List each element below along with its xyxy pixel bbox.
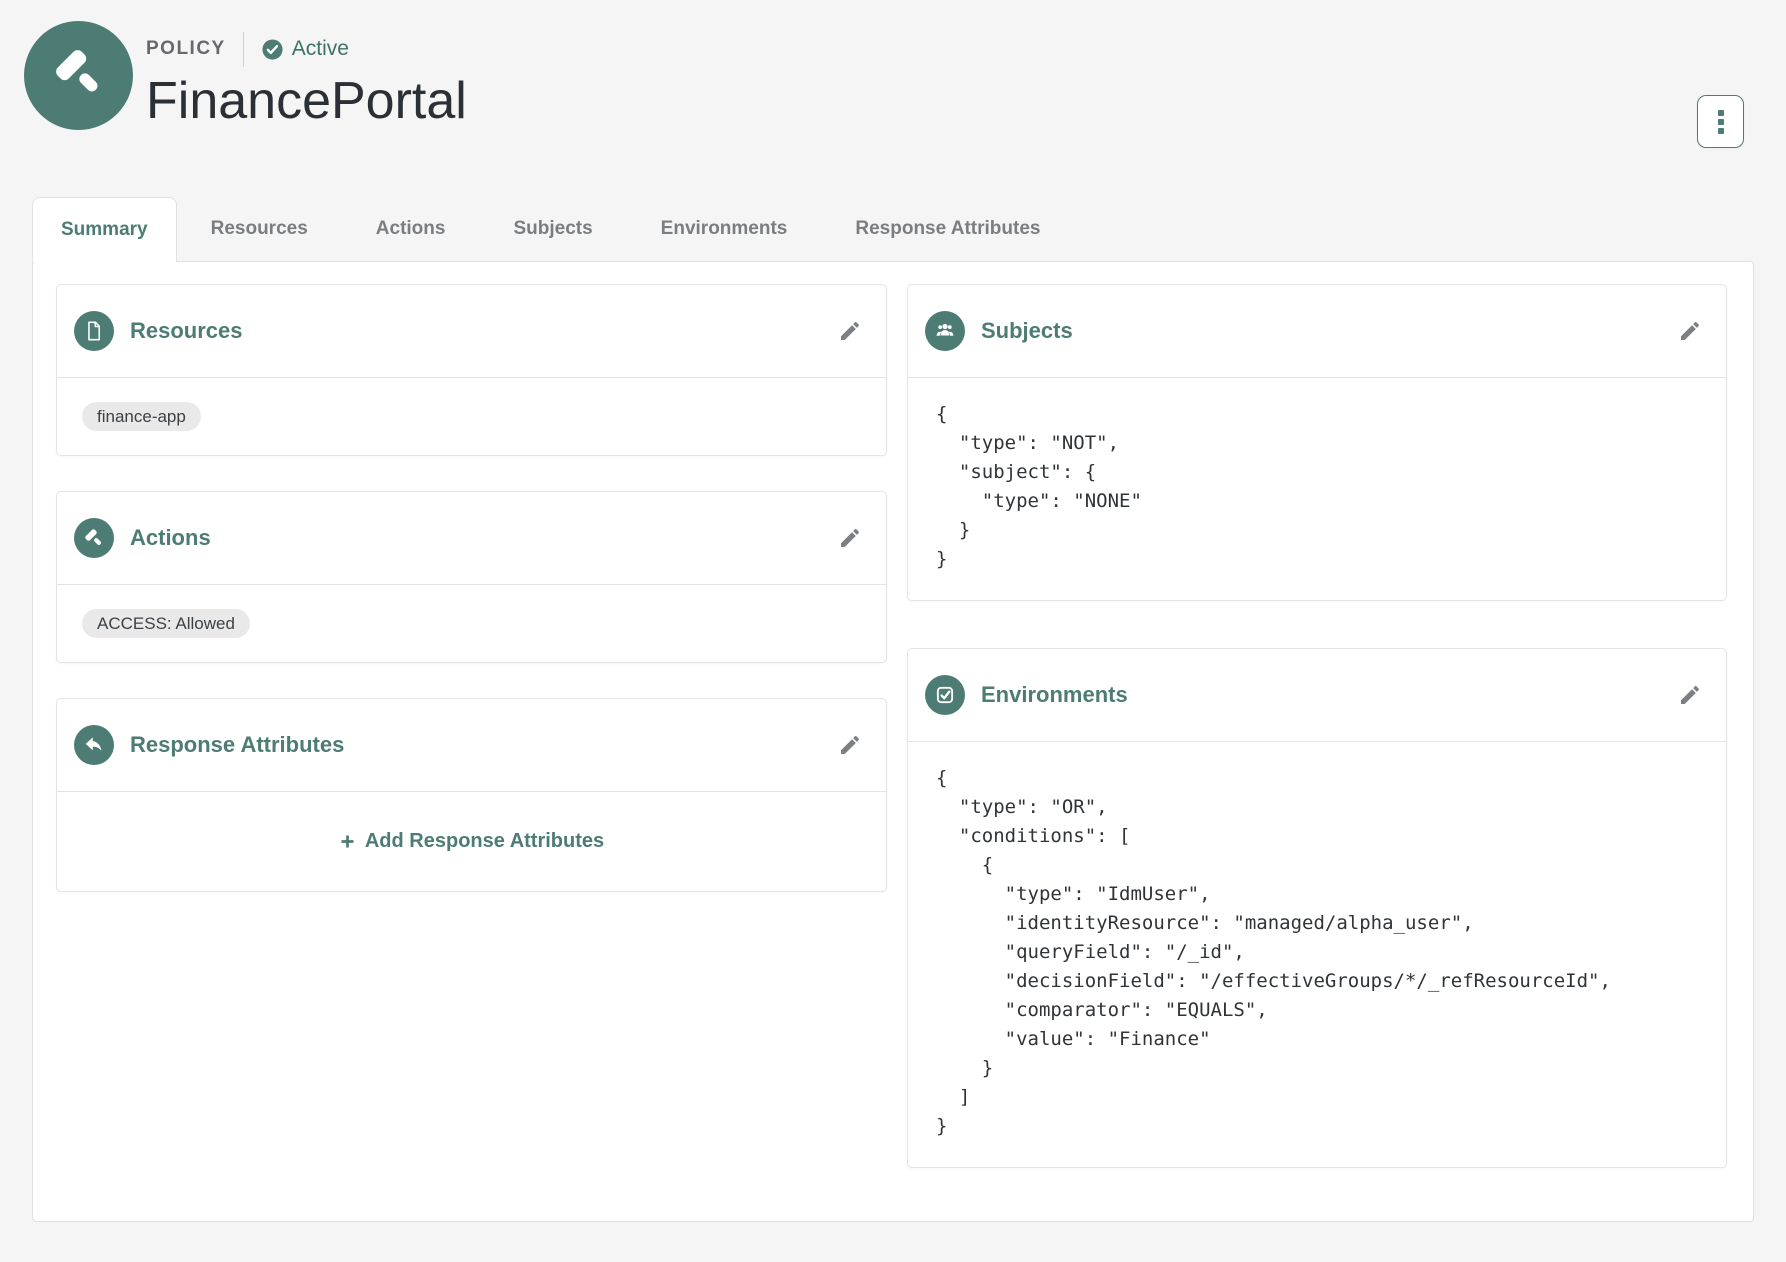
- tab-response-attributes[interactable]: Response Attributes: [821, 197, 1074, 261]
- edit-actions-button[interactable]: [838, 526, 862, 550]
- pencil-icon: [838, 733, 862, 757]
- policy-avatar: [24, 21, 133, 130]
- pencil-icon: [1678, 319, 1702, 343]
- gavel-icon: [50, 44, 108, 107]
- tab-environments[interactable]: Environments: [627, 197, 822, 261]
- action-tag: ACCESS: Allowed: [82, 609, 250, 638]
- edit-environments-button[interactable]: [1678, 683, 1702, 707]
- status-label: Active: [292, 37, 349, 61]
- add-response-attributes-link[interactable]: Add Response Attributes: [339, 830, 604, 853]
- tab-bar: Summary Resources Actions Subjects Envir…: [32, 197, 1754, 261]
- resources-card: Resources finance-app: [56, 284, 887, 456]
- check-square-icon: [925, 675, 965, 715]
- environments-card-title: Environments: [981, 682, 1128, 708]
- resource-tag: finance-app: [82, 402, 201, 431]
- pencil-icon: [1678, 683, 1702, 707]
- tab-resources[interactable]: Resources: [177, 197, 342, 261]
- summary-panel: Resources finance-app: [32, 261, 1754, 1222]
- edit-subjects-button[interactable]: [1678, 319, 1702, 343]
- response-attributes-card-title: Response Attributes: [130, 732, 344, 758]
- policy-type-label: POLICY: [146, 38, 226, 60]
- subjects-card-title: Subjects: [981, 318, 1073, 344]
- tab-actions[interactable]: Actions: [342, 197, 480, 261]
- page-title: FinancePortal: [146, 73, 467, 130]
- kebab-vertical-icon: [1718, 110, 1724, 134]
- subjects-card: Subjects { "type": "NOT", "subject": { "…: [907, 284, 1727, 601]
- pencil-icon: [838, 319, 862, 343]
- resources-card-title: Resources: [130, 318, 243, 344]
- tab-subjects[interactable]: Subjects: [479, 197, 626, 261]
- pencil-icon: [838, 526, 862, 550]
- add-response-attributes-label: Add Response Attributes: [365, 830, 604, 853]
- environments-json: { "type": "OR", "conditions": [ { "type"…: [908, 742, 1726, 1167]
- page-header: POLICY Active FinancePortal: [0, 0, 1786, 197]
- subjects-json: { "type": "NOT", "subject": { "type": "N…: [908, 378, 1726, 600]
- users-group-icon: [925, 311, 965, 351]
- document-icon: [74, 311, 114, 351]
- edit-response-attributes-button[interactable]: [838, 733, 862, 757]
- plus-icon: [339, 833, 356, 850]
- edit-resources-button[interactable]: [838, 319, 862, 343]
- header-divider: [243, 32, 244, 67]
- response-attributes-card: Response Attributes: [56, 698, 887, 892]
- tab-summary[interactable]: Summary: [32, 197, 177, 262]
- environments-card: Environments { "type": "OR", "conditions…: [907, 648, 1727, 1168]
- actions-card-title: Actions: [130, 525, 211, 551]
- check-circle-icon: [261, 38, 284, 61]
- actions-card: Actions ACCESS: Allowed: [56, 491, 887, 663]
- status-badge: Active: [261, 37, 349, 61]
- reply-arrow-icon: [74, 725, 114, 765]
- gavel-icon: [74, 518, 114, 558]
- more-options-button[interactable]: [1697, 95, 1744, 148]
